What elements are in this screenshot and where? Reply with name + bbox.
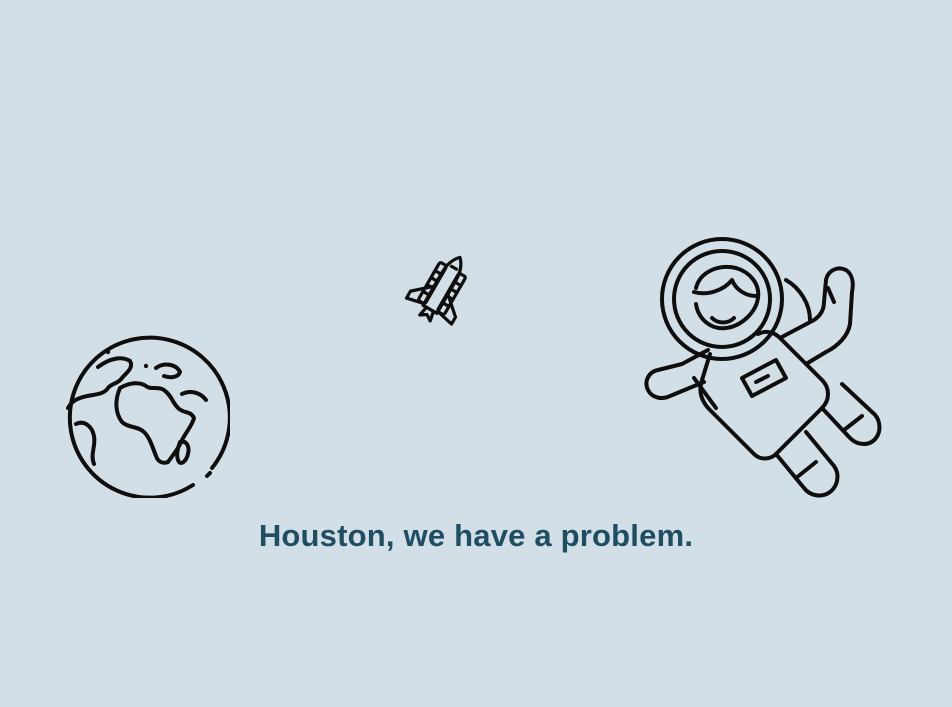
- error-message: Houston, we have a problem.: [258, 518, 694, 553]
- error-scene: Houston, we have a problem.: [0, 0, 952, 707]
- space-shuttle-icon: [404, 255, 467, 326]
- astronaut-icon: [644, 237, 882, 498]
- earth-icon: [66, 335, 230, 498]
